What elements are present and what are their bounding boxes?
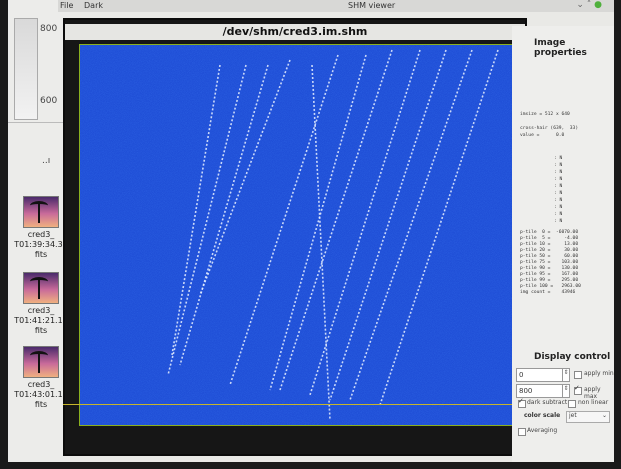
color-scale-select[interactable]: jet ⌄ xyxy=(566,411,610,423)
percentile-line: p-tile 5 = -4.00 xyxy=(520,236,579,241)
image-properties-title: Image properties xyxy=(534,38,587,58)
averaging-label: Averaging xyxy=(527,427,558,434)
property-line: : N xyxy=(554,219,563,224)
color-scale-value: jet xyxy=(569,412,577,419)
viewer-title: /dev/shm/cred3.im.shm xyxy=(65,24,525,40)
max-spinner-icon[interactable]: ⇕ xyxy=(562,385,569,397)
properties-panel: Image properties imsize = 512 x 640 cros… xyxy=(512,26,614,462)
background-window: 800 600 ..ı cred3_ T01:39:34.35 fits cre… xyxy=(8,0,70,462)
window-controls: ⌄ ˄ ● xyxy=(576,0,602,10)
percentile-line: p-tile 75 = 103.00 xyxy=(520,260,579,265)
detector-image xyxy=(80,45,512,425)
color-scale-label: color scale xyxy=(524,412,561,419)
property-line: : N xyxy=(554,184,563,189)
file-time: T01:41:21.16 xyxy=(14,316,68,325)
property-line: : N xyxy=(554,212,563,217)
window-title: SHM viewer xyxy=(348,1,396,10)
value-readout: value = 0.0 xyxy=(520,133,565,138)
imsize-readout: imsize = 512 x 640 xyxy=(520,112,570,117)
chevron-down-icon: ⌄ xyxy=(601,412,607,419)
close-icon[interactable]: ● xyxy=(594,0,602,10)
non-linear-label: non linear xyxy=(578,399,609,406)
divider xyxy=(8,122,70,123)
property-line: : N xyxy=(554,177,563,182)
file-name: cred3_ xyxy=(27,230,55,239)
file-time: T01:43:01.16 xyxy=(14,390,68,399)
scale-bar xyxy=(14,18,38,120)
menubar: File Dark SHM viewer ⌄ ˄ ● xyxy=(58,0,614,12)
file-item[interactable]: cred3_ T01:39:34.35 fits xyxy=(12,196,70,260)
percentile-line: p-tile 99 = 295.00 xyxy=(520,278,579,283)
fits-file-icon xyxy=(23,272,59,304)
percentile-line: p-tile 10 = 13.00 xyxy=(520,242,579,247)
minimize-icon[interactable]: ⌄ xyxy=(576,0,584,10)
display-control-title: Display control xyxy=(534,352,611,362)
percentile-line: p-tile 0 = -6070.00 xyxy=(520,230,579,235)
crosshair-readout: cross-hair (639, 33) xyxy=(520,126,579,131)
percentile-line: p-tile 95 = 167.00 xyxy=(520,272,579,277)
property-line: : N xyxy=(554,170,563,175)
averaging-checkbox[interactable] xyxy=(518,428,526,436)
file-item[interactable]: cred3_ T01:43:01.16 fits xyxy=(12,346,70,410)
apply-min-checkbox[interactable] xyxy=(574,371,582,379)
maximize-icon[interactable]: ˄ xyxy=(587,0,592,10)
property-line: : N xyxy=(554,198,563,203)
fits-file-icon xyxy=(23,196,59,228)
percentile-line: p-tile 50 = 60.00 xyxy=(520,254,579,259)
percentile-line: img count = 43946 xyxy=(520,290,576,295)
menu-file[interactable]: File xyxy=(60,1,73,10)
file-time: T01:39:34.35 xyxy=(14,240,68,249)
property-line: : N xyxy=(554,156,563,161)
apply-min-label: apply min xyxy=(584,370,614,377)
dark-subtract-label: dark subtract xyxy=(527,399,568,406)
file-ext: fits xyxy=(34,250,48,259)
fits-file-icon xyxy=(23,346,59,378)
scale-tick: 600 xyxy=(40,96,58,106)
monitor-frame: 800 600 ..ı cred3_ T01:39:34.35 fits cre… xyxy=(0,0,621,469)
file-ext: fits xyxy=(34,326,48,335)
apply-max-label: apply max xyxy=(584,386,601,400)
percentile-line: p-tile 100 = 2963.00 xyxy=(520,284,581,289)
property-line: : N xyxy=(554,205,563,210)
menu-dark[interactable]: Dark xyxy=(84,1,103,10)
image-canvas[interactable] xyxy=(79,44,513,426)
file-item[interactable]: cred3_ T01:41:21.16 fits xyxy=(12,272,70,336)
screen: 800 600 ..ı cred3_ T01:39:34.35 fits cre… xyxy=(8,0,614,462)
apply-max-checkbox[interactable] xyxy=(574,384,582,395)
property-line: : N xyxy=(554,163,563,168)
scale-tick: 800 xyxy=(40,24,58,34)
file-name: cred3_ xyxy=(27,380,55,389)
property-line: : N xyxy=(554,191,563,196)
file-ext: fits xyxy=(34,400,48,409)
percentile-line: p-tile 20 = 30.00 xyxy=(520,248,579,253)
non-linear-checkbox[interactable] xyxy=(568,400,576,408)
small-tag: ..ı xyxy=(42,156,51,166)
percentile-line: p-tile 90 = 130.00 xyxy=(520,266,579,271)
viewer-window: /dev/shm/cred3.im.shm xyxy=(63,18,527,456)
dark-subtract-checkbox[interactable] xyxy=(518,397,526,408)
min-spinner-icon[interactable]: ⇕ xyxy=(562,369,569,381)
file-name: cred3_ xyxy=(27,306,55,315)
